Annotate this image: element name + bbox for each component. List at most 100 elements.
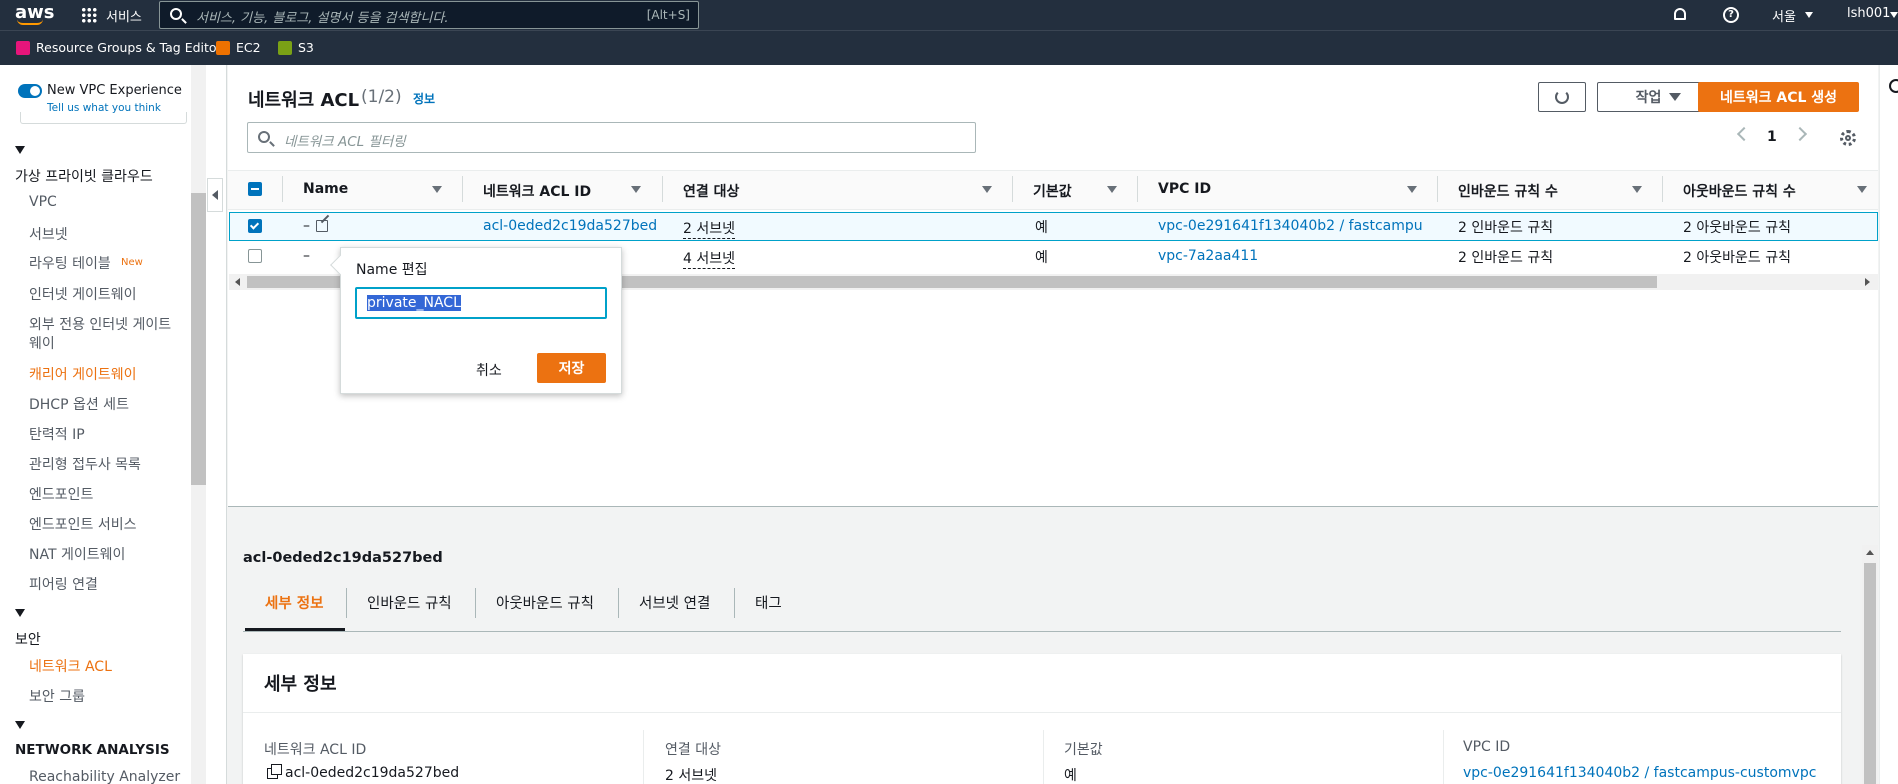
search-icon xyxy=(258,131,270,143)
sort-icon[interactable] xyxy=(1107,186,1117,193)
info-panel-icon[interactable] xyxy=(1889,79,1898,93)
column-header-vpc-id[interactable]: VPC ID xyxy=(1158,181,1211,197)
sidebar-item-route-tables[interactable]: 라우팅 테이블 xyxy=(29,253,111,273)
settings-gear-icon-center xyxy=(1845,135,1851,141)
tab-outbound-rules[interactable]: 아웃바운드 규칙 xyxy=(496,592,594,613)
notifications-bell-icon[interactable] xyxy=(1674,8,1686,20)
sort-icon[interactable] xyxy=(1407,186,1417,193)
popover-title: Name 편집 xyxy=(356,262,428,278)
sort-icon[interactable] xyxy=(1857,186,1867,193)
row-inbound-rules: 2 인바운드 규칙 xyxy=(1458,220,1554,236)
tab-subnet-associations[interactable]: 서브넷 연결 xyxy=(639,592,710,613)
sidebar-item-endpoint-services[interactable]: 엔드포인트 서비스 xyxy=(29,514,137,534)
table-row[interactable] xyxy=(229,212,1878,241)
new-vpc-experience-toggle[interactable] xyxy=(18,84,42,98)
refresh-button[interactable] xyxy=(1538,82,1586,112)
row-checkbox[interactable] xyxy=(248,219,262,233)
caret-down-icon xyxy=(1669,93,1682,101)
column-header-name[interactable]: Name xyxy=(303,181,348,197)
sidebar-item-internet-gateways[interactable]: 인터넷 게이트웨이 xyxy=(29,284,137,304)
sidebar-section-network-analysis: NETWORK ANALYSIS xyxy=(15,742,170,758)
sidebar-item-dhcp-option-sets[interactable]: DHCP 옵션 세트 xyxy=(29,394,129,414)
sidebar-item-carrier-gateways[interactable]: 캐리어 게이트웨이 xyxy=(29,364,137,384)
tab-tags[interactable]: 태그 xyxy=(755,592,782,613)
collapse-sidebar-button[interactable] xyxy=(207,178,223,212)
info-link[interactable]: 정보 xyxy=(413,90,435,107)
name-input[interactable]: private_NACL xyxy=(355,287,607,319)
sidebar-section-vpc: 가상 프라이빗 클라우드 xyxy=(15,169,153,185)
create-network-acl-button[interactable]: 네트워크 ACL 생성 xyxy=(1698,82,1859,112)
sidebar-item-egress-only-gateways-line2[interactable]: 웨이 xyxy=(29,333,55,353)
save-button[interactable]: 저장 xyxy=(537,353,606,383)
filter-input[interactable]: 네트워크 ACL 필터링 xyxy=(247,122,976,153)
sort-icon[interactable] xyxy=(432,186,442,193)
caret-down-icon[interactable] xyxy=(15,721,25,729)
grid-menu-icon[interactable] xyxy=(81,7,97,23)
field-value-default: 예 xyxy=(1064,768,1077,784)
details-card-title: 세부 정보 xyxy=(264,674,337,695)
region-selector[interactable]: 서울 xyxy=(1772,6,1796,25)
field-value-associated-with[interactable]: 2 서브넷 xyxy=(665,765,717,784)
sidebar-item-nat-gateways[interactable]: NAT 게이트웨이 xyxy=(29,544,125,564)
row-acl-id-link[interactable]: acl-0eded2c19da527bed xyxy=(483,218,657,234)
refresh-icon xyxy=(1555,90,1569,104)
tab-details[interactable]: 세부 정보 xyxy=(265,592,323,613)
sidebar-item-elastic-ips[interactable]: 탄력적 IP xyxy=(29,424,85,444)
sidebar-item-security-groups[interactable]: 보안 그룹 xyxy=(29,686,85,706)
sidebar-scrollbar[interactable] xyxy=(191,65,206,784)
navigation-sidebar: New VPC Experience Tell us what you thin… xyxy=(0,65,227,784)
row-associated-with[interactable]: 2 서브넷 xyxy=(683,218,735,239)
sidebar-item-endpoints[interactable]: 엔드포인트 xyxy=(29,484,93,504)
row-vpc-id-link[interactable]: vpc-7a2aa411 xyxy=(1158,248,1258,264)
sort-icon[interactable] xyxy=(982,186,992,193)
row-checkbox[interactable] xyxy=(248,249,262,263)
search-icon xyxy=(170,8,182,20)
field-label-default: 기본값 xyxy=(1064,742,1103,758)
favorite-ec2[interactable]: EC2 xyxy=(216,40,261,55)
column-header-inbound-rules[interactable]: 인바운드 규칙 수 xyxy=(1458,181,1558,201)
column-header-acl-id[interactable]: 네트워크 ACL ID xyxy=(483,181,591,201)
column-header-default[interactable]: 기본값 xyxy=(1033,181,1072,201)
row-associated-with[interactable]: 4 서브넷 xyxy=(683,248,735,269)
caret-down-icon[interactable] xyxy=(15,146,25,154)
scroll-right-icon[interactable] xyxy=(1865,278,1870,286)
top-navigation-bar: aws 서비스 서비스, 기능, 블로그, 설명서 등을 검색합니다. [Alt… xyxy=(0,0,1898,30)
sidebar-item-vpc[interactable]: VPC xyxy=(29,194,57,210)
global-search-box[interactable]: 서비스, 기능, 블로그, 설명서 등을 검색합니다. [Alt+S] xyxy=(159,1,699,29)
sort-icon[interactable] xyxy=(631,186,641,193)
select-all-checkbox[interactable] xyxy=(248,182,262,196)
filter-placeholder: 네트워크 ACL 필터링 xyxy=(284,134,406,150)
current-page[interactable]: 1 xyxy=(1767,129,1777,145)
favorite-resource-groups[interactable]: Resource Groups & Tag Editor xyxy=(16,40,222,55)
row-vpc-id-link[interactable]: vpc-0e291641f134040b2 / fastcampu… xyxy=(1158,218,1422,234)
scroll-left-icon[interactable] xyxy=(235,278,240,286)
help-icon[interactable]: ? xyxy=(1723,7,1739,23)
aws-logo-smile-icon xyxy=(17,19,43,25)
field-label-vpc-id: VPC ID xyxy=(1463,739,1511,755)
caret-down-icon[interactable] xyxy=(15,609,25,617)
row-inbound-rules: 2 인바운드 규칙 xyxy=(1458,250,1554,266)
sidebar-item-egress-only-gateways[interactable]: 외부 전용 인터넷 게이트 xyxy=(29,314,171,334)
ec2-icon xyxy=(216,40,230,55)
sort-icon[interactable] xyxy=(1632,186,1642,193)
sidebar-item-network-acls[interactable]: 네트워크 ACL xyxy=(29,656,112,676)
account-menu[interactable]: lsh001 xyxy=(1847,6,1890,21)
favorite-s3[interactable]: S3 xyxy=(278,40,314,55)
active-tab-indicator xyxy=(245,628,345,631)
sidebar-item-managed-prefix-lists[interactable]: 관리형 접두사 목록 xyxy=(29,454,141,474)
column-header-associated-with[interactable]: 연결 대상 xyxy=(683,181,739,201)
sidebar-item-reachability-analyzer[interactable]: Reachability Analyzer xyxy=(29,769,180,784)
caret-left-icon xyxy=(212,190,218,200)
details-scrollbar[interactable] xyxy=(1862,545,1878,784)
field-value-vpc-id-link[interactable]: vpc-0e291641f134040b2 / fastcampus-custo… xyxy=(1463,765,1816,781)
tab-inbound-rules[interactable]: 인바운드 규칙 xyxy=(367,592,452,613)
sidebar-item-peering-connections[interactable]: 피어링 연결 xyxy=(29,574,98,594)
column-header-outbound-rules[interactable]: 아웃바운드 규칙 수 xyxy=(1683,181,1796,201)
sidebar-item-subnets[interactable]: 서브넷 xyxy=(29,224,68,244)
scroll-up-icon[interactable] xyxy=(1866,550,1874,555)
services-menu[interactable]: 서비스 xyxy=(106,6,142,25)
row-name: – xyxy=(303,218,310,234)
cancel-button[interactable]: 취소 xyxy=(476,360,502,380)
field-label-acl-id: 네트워크 ACL ID xyxy=(264,742,367,758)
sidebar-section-security: 보안 xyxy=(15,632,41,648)
